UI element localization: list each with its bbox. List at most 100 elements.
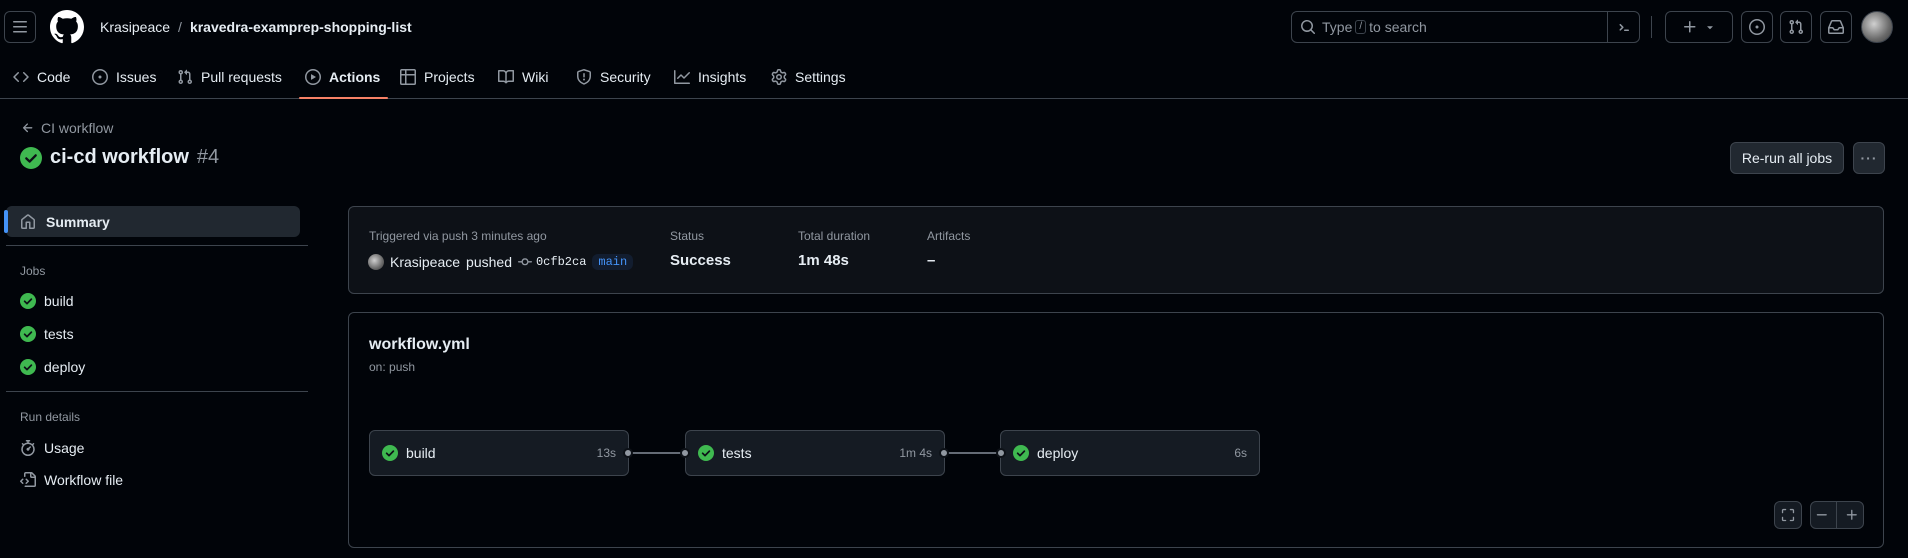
sidebar-job-label: tests: [44, 326, 74, 342]
commit-sha-link[interactable]: 0cfb2ca: [517, 255, 587, 269]
search-icon: [1300, 19, 1316, 35]
artifacts-label: Artifacts: [927, 229, 971, 243]
tab-settings-label: Settings: [795, 68, 846, 85]
command-palette-button[interactable]: [1607, 12, 1639, 42]
zoom-out-button[interactable]: [1815, 508, 1829, 522]
check-circle-fill-icon: [382, 445, 398, 461]
github-logo-icon[interactable]: [50, 10, 84, 44]
repo-link[interactable]: kravedra-examprep-shopping-list: [190, 19, 412, 35]
search-input[interactable]: Type / to search: [1291, 11, 1640, 43]
back-link-label: CI workflow: [41, 120, 114, 136]
job-node-deploy[interactable]: deploy 6s: [1000, 430, 1260, 476]
sidebar-job-build[interactable]: build: [20, 293, 74, 309]
job-name: deploy: [1037, 445, 1079, 461]
run-title: ci-cd workflow: [50, 146, 189, 168]
check-circle-fill-icon: [698, 445, 714, 461]
job-node-build[interactable]: build 13s: [369, 430, 629, 476]
tab-actions[interactable]: Actions: [298, 54, 389, 99]
check-circle-fill-icon: [1013, 445, 1029, 461]
book-icon: [498, 69, 514, 85]
commit-sha: 0cfb2ca: [535, 255, 587, 269]
sidebar-job-tests[interactable]: tests: [20, 326, 74, 342]
job-name: tests: [722, 445, 752, 461]
tab-wiki-label: Wiki: [522, 68, 549, 85]
connector-dot: [623, 448, 633, 458]
artifacts-value: –: [927, 252, 936, 269]
sidebar-job-label: deploy: [44, 359, 86, 375]
job-node-tests[interactable]: tests 1m 4s: [685, 430, 945, 476]
tab-code[interactable]: Code: [13, 54, 70, 99]
sidebar-job-deploy[interactable]: deploy: [20, 359, 85, 375]
command-palette-icon: [1618, 23, 1629, 31]
zoom-controls: [1810, 501, 1864, 529]
issue-opened-icon: [92, 68, 108, 85]
tab-insights[interactable]: Insights: [674, 54, 746, 99]
sidebar-item-workflow-file[interactable]: Workflow file: [20, 472, 123, 488]
play-icon: [305, 68, 321, 85]
inbox-icon: [1828, 20, 1844, 34]
home-icon: [20, 213, 36, 230]
sidebar-divider: [6, 391, 308, 392]
sidebar-item-summary-label: Summary: [46, 213, 110, 230]
zoom-divider: [1836, 502, 1838, 528]
run-number: #4: [196, 146, 220, 168]
check-circle-fill-icon: [20, 293, 36, 309]
check-circle-fill-icon: [20, 326, 36, 342]
issues-button[interactable]: [1741, 11, 1773, 43]
job-connector: [944, 452, 1002, 454]
trigger-text: Triggered via push 3 minutes ago: [369, 229, 547, 243]
workflow-trigger: on: push: [369, 360, 416, 374]
dash-icon: [1816, 514, 1827, 516]
menu-button[interactable]: [4, 11, 36, 43]
search-placeholder-suffix: to search: [1369, 19, 1427, 35]
plus-icon: [1684, 21, 1696, 33]
create-new-button[interactable]: [1665, 11, 1733, 43]
sidebar-item-workflow-file-label: Workflow file: [44, 472, 124, 488]
job-duration: 1m 4s: [899, 446, 932, 460]
screen-full-icon: [1781, 508, 1795, 522]
fullscreen-button[interactable]: [1774, 501, 1802, 529]
breadcrumb-separator: /: [178, 19, 182, 35]
tab-security-label: Security: [600, 68, 651, 85]
tab-insights-label: Insights: [698, 68, 747, 85]
actor-name[interactable]: Krasipeace: [390, 254, 460, 270]
tab-settings[interactable]: Settings: [771, 54, 846, 99]
sidebar-item-usage[interactable]: Usage: [20, 440, 84, 456]
more-options-button[interactable]: ···: [1853, 142, 1885, 174]
rerun-all-jobs-button[interactable]: Re-run all jobs: [1730, 142, 1844, 174]
inbox-button[interactable]: [1820, 11, 1852, 43]
sidebar-item-summary[interactable]: Summary: [4, 206, 300, 237]
breadcrumb: Krasipeace / kravedra-examprep-shopping-li…: [100, 19, 412, 35]
branch-badge[interactable]: main: [592, 254, 634, 270]
file-code-icon: [20, 472, 36, 488]
tab-pull-requests[interactable]: Pull requests: [177, 54, 282, 99]
actor-avatar[interactable]: [368, 254, 384, 270]
tab-wiki[interactable]: Wiki: [498, 54, 548, 99]
user-avatar[interactable]: [1861, 11, 1893, 43]
zoom-in-button[interactable]: [1845, 508, 1859, 522]
git-pull-request-icon: [177, 69, 193, 85]
owner-link[interactable]: Krasipeace: [100, 19, 170, 35]
sidebar-job-label: build: [44, 293, 74, 309]
git-commit-icon: [517, 258, 532, 266]
tab-actions-label: Actions: [329, 68, 381, 85]
tab-projects[interactable]: Projects: [400, 54, 475, 99]
run-summary-card: [348, 206, 1884, 294]
workflow-file-name[interactable]: workflow.yml: [369, 336, 470, 354]
job-connector: [628, 452, 686, 454]
tab-security[interactable]: Security: [576, 54, 651, 99]
connector-dot: [939, 448, 949, 458]
tab-issues[interactable]: Issues: [92, 54, 156, 99]
connector-dot: [996, 448, 1006, 458]
graph-icon: [674, 69, 690, 85]
job-duration: 13s: [596, 446, 616, 460]
check-circle-fill-icon: [20, 146, 42, 169]
table-icon: [400, 68, 416, 85]
back-to-workflow-link[interactable]: CI workflow: [21, 120, 113, 136]
pull-requests-button[interactable]: [1780, 11, 1812, 43]
tab-projects-label: Projects: [424, 68, 475, 85]
repo-nav: Code Issues Pull requests Actions Projec…: [0, 54, 1908, 99]
total-duration-value: 1m 48s: [798, 252, 849, 269]
total-duration-label: Total duration: [798, 229, 871, 243]
push-action: pushed: [466, 254, 512, 270]
